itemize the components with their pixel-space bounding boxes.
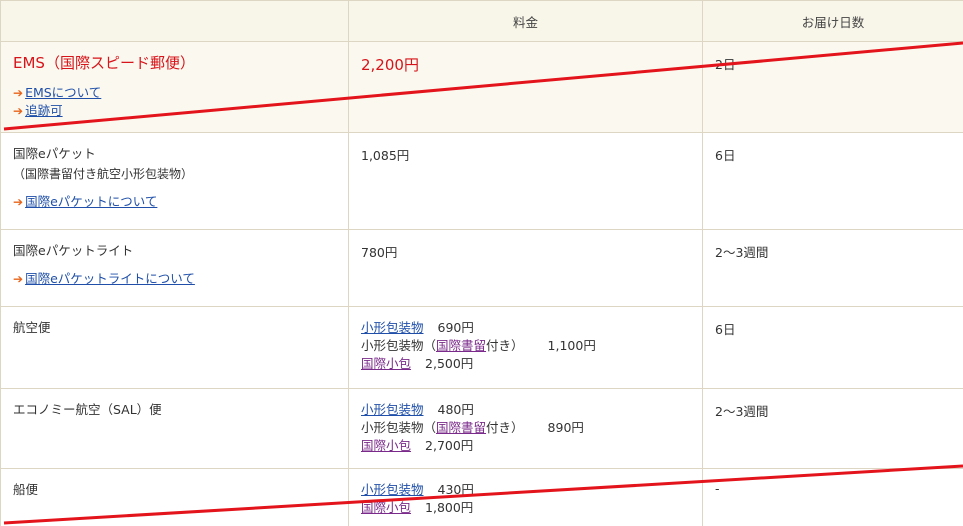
airmail-days-cell: 6日 xyxy=(702,306,963,389)
airmail-parcel-price: 2,500円 xyxy=(425,356,474,371)
epacket-price-cell: 1,085円 xyxy=(348,132,703,230)
surface-price-cell: 小形包装物 430円 国際小包 1,800円 xyxy=(348,468,703,526)
sal-registered-suffix: 付き） xyxy=(486,420,524,435)
header-method xyxy=(0,0,349,42)
airmail-name: 航空便 xyxy=(13,320,51,335)
table-row-epacket-lite: 国際eパケットライト ➔ 国際eパケットライトについて 780円 2〜3週間 xyxy=(0,229,963,307)
epacket-lite-price: 780円 xyxy=(361,245,398,260)
airmail-method-cell: 航空便 xyxy=(0,306,349,389)
airmail-small-packet-link[interactable]: 小形包装物 xyxy=(361,320,424,335)
sal-method-cell: エコノミー航空（SAL）便 xyxy=(0,388,349,469)
ems-about-link[interactable]: EMSについて xyxy=(25,85,101,100)
airmail-registered-price: 1,100円 xyxy=(547,338,596,353)
epacket-days-cell: 6日 xyxy=(702,132,963,230)
table-row-ems: EMS（国際スピード郵便） ➔ EMSについて ➔ 追跡可 2,200円 2日 xyxy=(0,41,963,133)
sal-price-cell: 小形包装物 480円 小形包装物（国際書留付き） 890円 国際小包 2,700円 xyxy=(348,388,703,469)
airmail-days: 6日 xyxy=(715,322,736,337)
epacket-about-link[interactable]: 国際eパケットについて xyxy=(25,194,157,209)
sal-name: エコノミー航空（SAL）便 xyxy=(13,402,162,417)
epacket-price: 1,085円 xyxy=(361,148,410,163)
epacket-method-cell: 国際eパケット （国際書留付き航空小形包装物） ➔ 国際eパケットについて xyxy=(0,132,349,230)
epacket-lite-price-cell: 780円 xyxy=(348,229,703,307)
epacket-lite-method-cell: 国際eパケットライト ➔ 国際eパケットライトについて xyxy=(0,229,349,307)
epacket-days: 6日 xyxy=(715,148,736,163)
ems-name: EMS（国際スピード郵便） xyxy=(13,54,195,72)
table-row-airmail: 航空便 小形包装物 690円 小形包装物（国際書留付き） 1,100円 国際小包 2,… xyxy=(0,306,963,389)
surface-days: - xyxy=(715,481,720,496)
airmail-price-cell: 小形包装物 690円 小形包装物（国際書留付き） 1,100円 国際小包 2,500円 xyxy=(348,306,703,389)
epacket-lite-about-link[interactable]: 国際eパケットライトについて xyxy=(25,271,195,286)
sal-registered-link[interactable]: 国際書留 xyxy=(436,420,486,435)
sal-small-packet-price: 480円 xyxy=(437,402,474,417)
table-header-row: 料金 お届け日数 xyxy=(0,0,963,42)
ems-method-cell: EMS（国際スピード郵便） ➔ EMSについて ➔ 追跡可 xyxy=(0,41,349,133)
surface-method-cell: 船便 xyxy=(0,468,349,526)
sal-days-cell: 2〜3週間 xyxy=(702,388,963,469)
surface-parcel-price: 1,800円 xyxy=(425,500,474,515)
ems-days-cell: 2日 xyxy=(702,41,963,133)
arrow-right-icon: ➔ xyxy=(13,86,24,100)
sal-registered-prefix: 小形包装物（ xyxy=(361,420,437,435)
ems-price-cell: 2,200円 xyxy=(348,41,703,133)
ems-days: 2日 xyxy=(715,57,736,72)
surface-small-packet-price: 430円 xyxy=(437,482,474,497)
sal-parcel-price: 2,700円 xyxy=(425,438,474,453)
airmail-registered-prefix: 小形包装物（ xyxy=(361,338,437,353)
surface-name: 船便 xyxy=(13,482,39,497)
ems-tracking-link[interactable]: 追跡可 xyxy=(25,103,63,118)
ems-price: 2,200円 xyxy=(361,56,419,74)
sal-registered-price: 890円 xyxy=(547,420,584,435)
sal-days: 2〜3週間 xyxy=(715,404,769,419)
table-row-epacket: 国際eパケット （国際書留付き航空小形包装物） ➔ 国際eパケットについて 1,0… xyxy=(0,132,963,230)
airmail-registered-suffix: 付き） xyxy=(486,338,524,353)
sal-parcel-link[interactable]: 国際小包 xyxy=(361,438,411,453)
epacket-lite-days: 2〜3週間 xyxy=(715,245,769,260)
header-price: 料金 xyxy=(348,0,703,42)
epacket-name: 国際eパケット xyxy=(13,146,96,161)
epacket-lite-name: 国際eパケットライト xyxy=(13,243,134,258)
header-delivery-days: お届け日数 xyxy=(702,0,963,42)
arrow-right-icon: ➔ xyxy=(13,272,24,286)
shipping-rates-table: 料金 お届け日数 EMS（国際スピード郵便） ➔ EMSについて ➔ 追跡可 2,2… xyxy=(0,0,963,526)
airmail-parcel-link[interactable]: 国際小包 xyxy=(361,356,411,371)
arrow-right-icon: ➔ xyxy=(13,195,24,209)
arrow-right-icon: ➔ xyxy=(13,104,24,118)
surface-small-packet-link[interactable]: 小形包装物 xyxy=(361,482,424,497)
airmail-registered-link[interactable]: 国際書留 xyxy=(436,338,486,353)
surface-parcel-link[interactable]: 国際小包 xyxy=(361,500,411,515)
airmail-small-packet-price: 690円 xyxy=(437,320,474,335)
epacket-lite-days-cell: 2〜3週間 xyxy=(702,229,963,307)
surface-days-cell: - xyxy=(702,468,963,526)
epacket-subtitle: （国際書留付き航空小形包装物） xyxy=(13,167,194,181)
sal-small-packet-link[interactable]: 小形包装物 xyxy=(361,402,424,417)
table-row-surface: 船便 小形包装物 430円 国際小包 1,800円 - xyxy=(0,468,963,526)
table-row-sal: エコノミー航空（SAL）便 小形包装物 480円 小形包装物（国際書留付き） 890… xyxy=(0,388,963,469)
